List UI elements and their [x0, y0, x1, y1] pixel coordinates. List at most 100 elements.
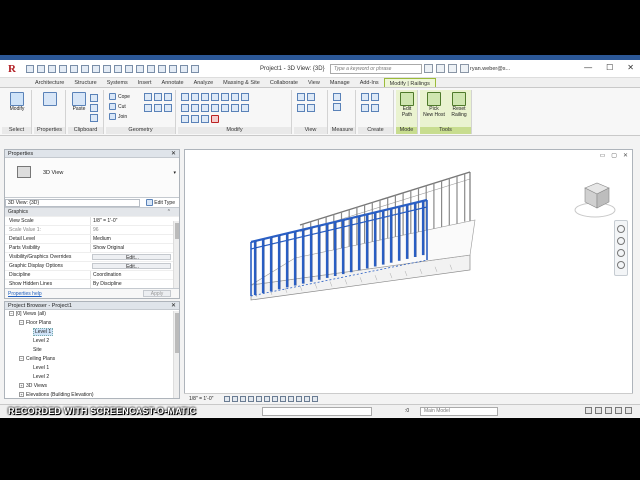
tab-structure[interactable]: Structure: [69, 78, 101, 87]
align-icon[interactable]: [181, 93, 189, 101]
browser-node[interactable]: Level 2: [5, 337, 179, 346]
redo-icon[interactable]: [70, 65, 78, 73]
zoom-icon[interactable]: [617, 237, 625, 245]
default-3d-view-icon[interactable]: [136, 65, 144, 73]
property-edit-button[interactable]: Edit...: [92, 254, 171, 260]
reveal-hidden-icon[interactable]: [296, 396, 302, 402]
browser-node[interactable]: +3D Views: [5, 382, 179, 391]
minimize-button[interactable]: —: [584, 63, 592, 72]
select-panel-label[interactable]: Select: [2, 127, 31, 134]
property-value[interactable]: By Discipline: [90, 280, 179, 288]
render-icon[interactable]: [256, 396, 262, 402]
dimension-icon[interactable]: [103, 65, 111, 73]
display-icon[interactable]: [307, 104, 315, 112]
unpin-icon[interactable]: [241, 104, 249, 112]
create-similar-icon[interactable]: [371, 104, 379, 112]
tab-collaborate[interactable]: Collaborate: [265, 78, 303, 87]
railing-model[interactable]: [185, 150, 634, 400]
expand-icon[interactable]: +: [19, 383, 24, 389]
paint-icon[interactable]: [154, 93, 162, 101]
subscription-icon[interactable]: [436, 64, 445, 73]
customize-qat-icon[interactable]: [191, 65, 199, 73]
properties-help-link[interactable]: Properties help: [8, 291, 42, 297]
property-edit-button[interactable]: Edit...: [92, 263, 171, 269]
design-option-field[interactable]: Main Model: [420, 407, 498, 416]
3d-viewport[interactable]: ▭ ▢ ✕: [184, 149, 633, 399]
browser-scrollbar[interactable]: [173, 311, 179, 398]
browser-node[interactable]: + Elevations (Building Elevation): [5, 391, 179, 398]
edit-type-button[interactable]: Edit Type: [146, 198, 175, 208]
thin-lines-icon[interactable]: [158, 65, 166, 73]
unjoin-icon[interactable]: [164, 104, 172, 112]
browser-node[interactable]: Level 2: [5, 373, 179, 382]
workset-field[interactable]: [262, 407, 372, 416]
undo-icon[interactable]: [59, 65, 67, 73]
mirror-axis-icon[interactable]: [201, 93, 209, 101]
open-icon[interactable]: [26, 65, 34, 73]
crop-icon[interactable]: [264, 396, 270, 402]
scroll-thumb[interactable]: [175, 313, 179, 353]
tab-massing-site[interactable]: Massing & Site: [218, 78, 265, 87]
collapse-icon[interactable]: ⌃: [167, 208, 171, 217]
trim-icon[interactable]: [211, 104, 219, 112]
delete-icon[interactable]: [211, 115, 219, 123]
tab-view[interactable]: View: [303, 78, 325, 87]
scroll-thumb[interactable]: [175, 223, 179, 239]
property-value[interactable]: 96: [90, 226, 179, 234]
aligned-dimension-icon[interactable]: [333, 103, 341, 111]
property-value[interactable]: Coordination: [90, 271, 179, 279]
trim-single-icon[interactable]: [221, 104, 229, 112]
stair[interactable]: [250, 219, 476, 301]
pick-new-host-button[interactable]: Pick New Host: [421, 92, 447, 118]
cope-tool[interactable]: Cope: [109, 93, 130, 100]
wall-joins-icon[interactable]: [164, 93, 172, 101]
tab-systems[interactable]: Systems: [102, 78, 133, 87]
tab-annotate[interactable]: Annotate: [157, 78, 189, 87]
text-icon[interactable]: [125, 65, 133, 73]
binoculars-icon[interactable]: [424, 64, 433, 73]
create-parts-icon[interactable]: [371, 93, 379, 101]
trim-multiple-icon[interactable]: [231, 104, 239, 112]
user-account[interactable]: ryan.weber@s...: [470, 66, 510, 72]
modify-button[interactable]: Modify: [6, 92, 28, 112]
shadows-icon[interactable]: [248, 396, 254, 402]
join-tool[interactable]: Join: [109, 113, 127, 120]
browser-node[interactable]: − Ceiling Plans: [5, 355, 179, 364]
measure-between-icon[interactable]: [333, 93, 341, 101]
pin-icon[interactable]: [241, 93, 249, 101]
collapse-icon[interactable]: −: [9, 311, 14, 317]
scale-icon[interactable]: [191, 115, 199, 123]
select-underlay-icon[interactable]: [595, 407, 602, 414]
collapse-icon[interactable]: −: [19, 320, 24, 326]
save-icon[interactable]: [37, 65, 45, 73]
browser-node[interactable]: Site: [5, 346, 179, 355]
array-icon[interactable]: [181, 115, 189, 123]
analytical-model-icon[interactable]: [304, 396, 310, 402]
print-icon[interactable]: [81, 65, 89, 73]
apply-button[interactable]: Apply: [143, 290, 171, 297]
copy-icon[interactable]: [90, 104, 98, 112]
hide-icon[interactable]: [297, 93, 305, 101]
star-icon[interactable]: [448, 64, 457, 73]
temp-hide-icon[interactable]: [288, 396, 294, 402]
select-pinned-icon[interactable]: [605, 407, 612, 414]
tab-add-ins[interactable]: Add-Ins: [355, 78, 384, 87]
copy-element-icon[interactable]: [191, 104, 199, 112]
browser-node[interactable]: Level 1: [5, 328, 179, 337]
maximize-button[interactable]: ☐: [606, 63, 613, 72]
edit-path-button[interactable]: Edit Path: [397, 92, 417, 118]
section-icon[interactable]: [147, 65, 155, 73]
view-selector-dropdown[interactable]: [5, 199, 140, 207]
override-graphics-icon[interactable]: [307, 93, 315, 101]
highlight-displacement-icon[interactable]: [312, 396, 318, 402]
collapse-icon[interactable]: −: [19, 356, 24, 362]
tag-icon[interactable]: [114, 65, 122, 73]
type-selector[interactable]: 3D View ▾: [5, 158, 179, 198]
sync-icon[interactable]: [48, 65, 56, 73]
close-button[interactable]: ✕: [627, 63, 634, 72]
browser-node[interactable]: − Floor Plans: [5, 319, 179, 328]
switch-windows-icon[interactable]: [180, 65, 188, 73]
view-scale-control[interactable]: 1/8" = 1'-0": [189, 396, 213, 402]
rotate-icon[interactable]: [201, 104, 209, 112]
offset-icon[interactable]: [191, 93, 199, 101]
